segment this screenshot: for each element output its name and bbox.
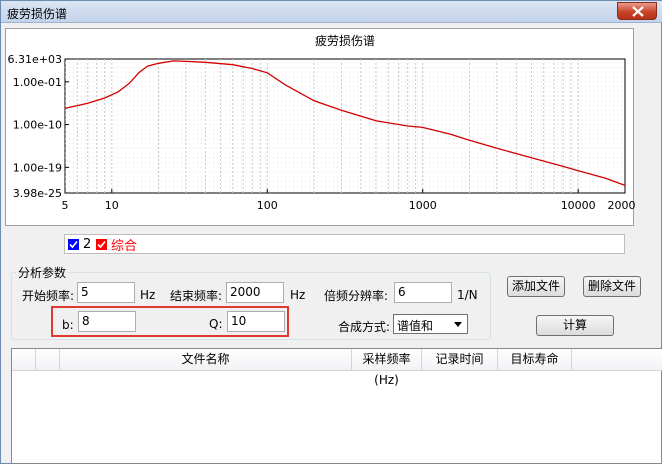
x-tick-label: 100 (257, 199, 278, 212)
end-freq-input[interactable]: 2000 (226, 282, 284, 303)
end-freq-label: 结束频率: (170, 289, 223, 303)
synthesis-method-select[interactable]: 谱值和 (393, 314, 468, 334)
b-input[interactable]: 8 (78, 311, 136, 332)
start-freq-input[interactable]: 5 (77, 282, 135, 303)
y-tick-label: 1.00e-10 (13, 119, 62, 132)
close-button[interactable] (617, 2, 657, 20)
table-header: 文件名称 采样频率(Hz) 记录时间 目标寿命 (12, 349, 662, 387)
column-header-select[interactable] (12, 349, 36, 371)
synthesis-method-label: 合成方式: (338, 320, 391, 334)
add-file-button[interactable]: 添加文件 (507, 276, 565, 297)
analysis-params-title: 分析参数 (16, 264, 69, 281)
q-label: Q: (209, 317, 223, 331)
close-icon (632, 6, 644, 17)
plot-area (64, 58, 626, 194)
column-header-record-time[interactable]: 记录时间 (422, 349, 498, 371)
legend-item-combined[interactable]: 综合 (95, 237, 138, 254)
synthesis-method-value: 谱值和 (397, 319, 434, 333)
start-freq-unit: Hz (140, 288, 156, 302)
octave-resolution-label: 倍频分辨率: (324, 289, 389, 303)
window-title: 疲劳损伤谱 (7, 7, 68, 21)
checkbox-checked-icon[interactable] (95, 238, 108, 251)
column-header-check[interactable] (36, 349, 60, 371)
y-tick-label: 3.98e-25 (13, 187, 62, 200)
legend-label-2: 2 (83, 237, 92, 252)
column-header-sample-rate[interactable]: 采样频率(Hz) (352, 349, 422, 387)
x-tick-label: 20000 (608, 199, 636, 212)
column-header-target-life[interactable]: 目标寿命 (498, 349, 572, 371)
octave-resolution-input[interactable]: 6 (394, 282, 452, 303)
x-tick-label: 1000 (409, 199, 437, 212)
chart-legend: 2 综合 (64, 234, 625, 254)
title-bar: 疲劳损伤谱 (1, 1, 662, 23)
column-header-file-name[interactable]: 文件名称 (60, 349, 352, 371)
start-freq-label: 开始频率: (22, 289, 75, 303)
q-input[interactable]: 10 (227, 311, 285, 332)
x-tick-label: 5 (62, 199, 69, 212)
x-tick-label: 10 (105, 199, 119, 212)
legend-item-2[interactable]: 2 (67, 237, 91, 252)
x-tick-label: 10000 (561, 199, 596, 212)
file-table[interactable]: 文件名称 采样频率(Hz) 记录时间 目标寿命 (11, 348, 662, 464)
chart-area: 疲劳损伤谱 5 10 100 1000 10000 20000 6.31e+03 1.00e-0… (5, 28, 636, 226)
y-tick-label: 6.31e+03 (8, 53, 62, 66)
compute-button[interactable]: 计算 (536, 315, 614, 336)
chevron-down-icon (454, 322, 462, 327)
delete-file-button[interactable]: 删除文件 (583, 276, 641, 297)
y-tick-label: 1.00e-01 (13, 76, 62, 89)
y-tick-label: 1.00e-19 (13, 161, 62, 174)
chart-title: 疲劳损伤谱 (315, 33, 375, 48)
checkbox-checked-icon[interactable] (67, 238, 80, 251)
legend-label-combined: 综合 (111, 239, 138, 254)
b-label: b: (62, 318, 74, 332)
octave-resolution-unit: 1/N (457, 288, 478, 302)
end-freq-unit: Hz (290, 288, 306, 302)
damage-spectrum-chart: 疲劳损伤谱 5 10 100 1000 10000 20000 6.31e+03 1.00e-0… (8, 33, 636, 212)
